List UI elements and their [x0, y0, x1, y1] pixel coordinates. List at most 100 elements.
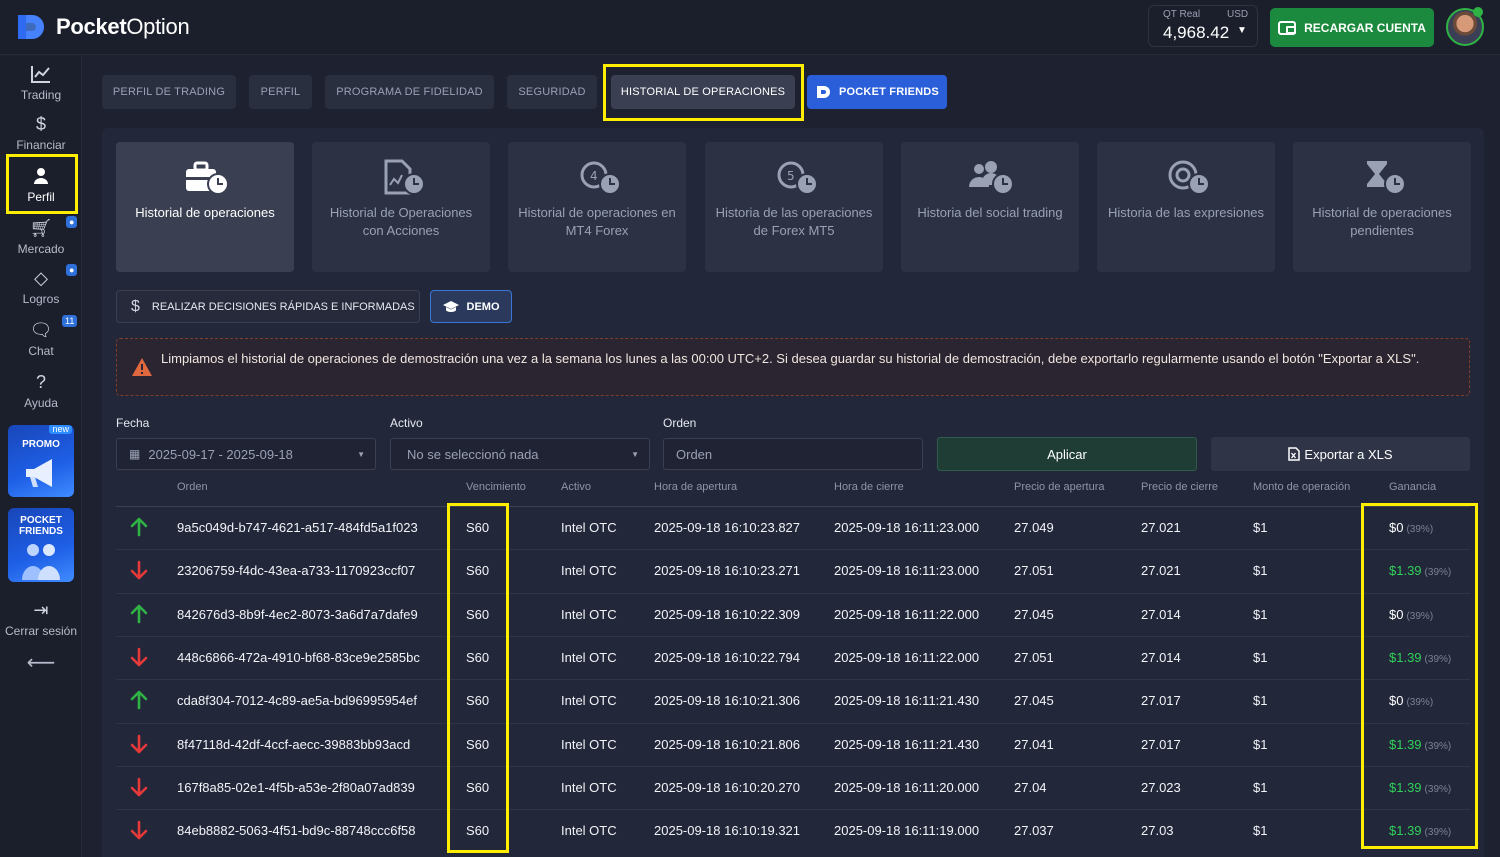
sidebar-item-mercado[interactable]: 🛒︎ Mercado: [0, 218, 82, 256]
column-header-profit[interactable]: Ganancia: [1389, 481, 1436, 493]
promo-label: PROMO: [22, 439, 60, 450]
tab-perfil[interactable]: PERFIL: [249, 75, 312, 109]
tab-label: PROGRAMA DE FIDELIDAD: [336, 86, 483, 98]
category-label: Historia de las operaciones de Forex MT5: [715, 205, 873, 238]
svg-text:4: 4: [590, 169, 598, 183]
promo-card[interactable]: new PROMO: [8, 425, 74, 497]
category-trade-history[interactable]: Historial de operaciones: [116, 142, 294, 272]
sidebar-item-label: Ayuda: [24, 396, 58, 410]
export-xls-button[interactable]: Exportar a XLS: [1211, 437, 1470, 471]
dollar-icon: $: [131, 297, 140, 315]
sidebar-item-trading[interactable]: Trading: [0, 64, 82, 102]
demo-label: DEMO: [466, 300, 500, 313]
arrow-down-icon: [130, 647, 148, 667]
graduation-cap-icon: [442, 300, 459, 312]
cell-close-time: 2025-09-18 16:11:19.000: [834, 823, 980, 839]
cell-open-time: 2025-09-18 16:10:23.827: [654, 520, 801, 535]
cell-open-time: 2025-09-18 16:10:20.270: [654, 779, 801, 795]
category-label: Historia del social trading: [917, 205, 1063, 220]
table-row[interactable]: 448c6866-472a-4910-bf68-83ce9e2585bc S60 I…: [116, 635, 1470, 679]
cart-icon: 🛒︎: [29, 218, 53, 238]
apply-button[interactable]: Aplicar: [937, 437, 1197, 471]
cell-close-time: 2025-09-18 16:11:23.000: [834, 520, 980, 535]
sidebar-item-ayuda[interactable]: ? Ayuda: [0, 372, 82, 410]
category-label: Historia de las expresiones: [1107, 205, 1265, 220]
arrow-down-icon: [130, 560, 148, 580]
help-icon: ?: [35, 372, 46, 392]
category-mt4-history[interactable]: 4 Historial de operaciones en MT4 Forex: [508, 142, 686, 272]
table-row[interactable]: 23206759-f4dc-43ea-a733-1170923ccf07 S60 I…: [116, 549, 1470, 592]
cell-order-id: 167f8a85-02e1-4f5b-a53e-2f80a07ad839: [177, 779, 415, 795]
column-header-open-time[interactable]: Hora de apertura: [654, 481, 737, 493]
warning-icon: [132, 358, 152, 376]
file-excel-icon: [1288, 447, 1301, 461]
quick-decisions-button[interactable]: $ REALIZAR DECISIONES RÁPIDAS E INFORMAD…: [116, 290, 420, 323]
category-pending-history[interactable]: Historial de operaciones pendientes: [1293, 142, 1471, 272]
arrow-up-icon: [130, 517, 148, 537]
column-header-asset[interactable]: Activo: [561, 481, 591, 493]
cell-close-price: 27.017: [1141, 736, 1181, 752]
tab-programa-de-fidelidad[interactable]: PROGRAMA DE FIDELIDAD: [325, 75, 494, 109]
order-input-placeholder: Orden: [676, 446, 713, 462]
category-label: Historial de Operaciones con Acciones: [329, 205, 473, 238]
chevron-down-icon: ▼: [357, 450, 365, 459]
cell-order-id: 84eb8882-5063-4f51-bd9c-88748ccc6f58: [177, 823, 416, 839]
table-row[interactable]: 167f8a85-02e1-4f5b-a53e-2f80a07ad839 S60 I…: [116, 765, 1470, 809]
date-range-field[interactable]: ▦ 2025-09-17 - 2025-09-18 ▼: [116, 438, 376, 470]
table-row[interactable]: 8f47118d-42df-4ccf-aecc-39883bb93acd S60 I…: [116, 722, 1470, 766]
mt4-clock-icon: 4: [580, 161, 621, 195]
logout-icon: ⇥: [33, 600, 49, 620]
column-header-order[interactable]: Orden: [177, 481, 208, 493]
arrow-up-icon: [130, 690, 148, 710]
category-mt5-history[interactable]: 5 Historia de las operaciones de Forex M…: [705, 142, 883, 272]
date-filter-label: Fecha: [116, 416, 150, 430]
logout-button[interactable]: ⇥ Cerrar sesión: [0, 600, 82, 638]
asset-select-value: No se seleccionó nada: [407, 446, 539, 462]
account-selector[interactable]: QT Real USD 4,968.42 ▼: [1148, 5, 1258, 47]
wallet-icon: [1278, 20, 1297, 35]
table-row[interactable]: 84eb8882-5063-4f51-bd9c-88748ccc6f58 S60 I…: [116, 809, 1470, 852]
cell-asset: Intel OTC: [561, 693, 617, 709]
quick-decisions-label: REALIZAR DECISIONES RÁPIDAS E INFORMADAS: [151, 300, 415, 313]
column-header-open-price[interactable]: Precio de apertura: [1014, 481, 1105, 493]
table-row[interactable]: cda8f304-7012-4c89-ae5a-bd96995954ef S60 I…: [116, 679, 1470, 722]
category-social-trading-history[interactable]: Historia del social trading: [901, 142, 1079, 272]
cell-open-price: 27.04: [1014, 779, 1047, 795]
column-header-close-time[interactable]: Hora de cierre: [834, 481, 904, 493]
order-input[interactable]: Orden: [663, 438, 923, 470]
account-balance: 4,968.42: [1163, 23, 1230, 42]
cell-amount: $1: [1253, 563, 1268, 579]
cell-asset: Intel OTC: [561, 606, 617, 622]
arrow-down-icon: [130, 734, 148, 753]
tab-seguridad[interactable]: SEGURIDAD: [507, 75, 597, 109]
tab-perfil-de-trading[interactable]: PERFIL DE TRADING: [102, 75, 236, 109]
cell-open-time: 2025-09-18 16:10:22.794: [654, 649, 801, 665]
table-row[interactable]: 9a5c049d-b747-4621-a517-484fd5a1f023 S60 I…: [116, 506, 1470, 549]
column-header-expiration[interactable]: Vencimiento: [466, 481, 526, 493]
cell-close-price: 27.021: [1141, 520, 1181, 535]
account-currency: USD: [1227, 9, 1249, 20]
asset-select[interactable]: No se seleccionó nada ▼: [390, 438, 650, 470]
friends-label-2: FRIENDS: [19, 526, 63, 537]
cell-open-time: 2025-09-18 16:10:23.271: [654, 563, 801, 579]
category-label: Historial de operaciones: [135, 205, 275, 220]
logo[interactable]: PocketOption: [16, 12, 190, 42]
category-expressions-history[interactable]: Historia de las expresiones: [1097, 142, 1275, 272]
recharge-account-button[interactable]: RECARGAR CUENTA: [1270, 8, 1434, 47]
cell-open-price: 27.051: [1014, 563, 1054, 579]
table-row[interactable]: 842676d3-8b9f-4ec2-8073-3a6d7a7dafe9 S60 I…: [116, 592, 1470, 636]
pocket-friends-card[interactable]: POCKET FRIENDS: [8, 508, 74, 582]
arrow-up-icon: [130, 604, 148, 623]
highlight-expiration-column: [447, 503, 509, 853]
category-stocks-history[interactable]: Historial de Operaciones con Acciones: [312, 142, 490, 272]
column-header-close-price[interactable]: Precio de cierre: [1141, 481, 1218, 493]
sidebar-item-financiar[interactable]: $ Financiar: [0, 114, 82, 152]
demo-button[interactable]: DEMO: [430, 290, 512, 323]
friends-label-1: POCKET: [20, 515, 62, 526]
column-header-amount[interactable]: Monto de operación: [1253, 481, 1350, 493]
collapse-sidebar-button[interactable]: ⟵: [0, 650, 82, 675]
cell-close-price: 27.023: [1141, 779, 1181, 795]
tab-pocket-friends[interactable]: POCKET FRIENDS: [807, 75, 947, 109]
people-icon: [22, 544, 60, 580]
cell-amount: $1: [1253, 779, 1268, 795]
